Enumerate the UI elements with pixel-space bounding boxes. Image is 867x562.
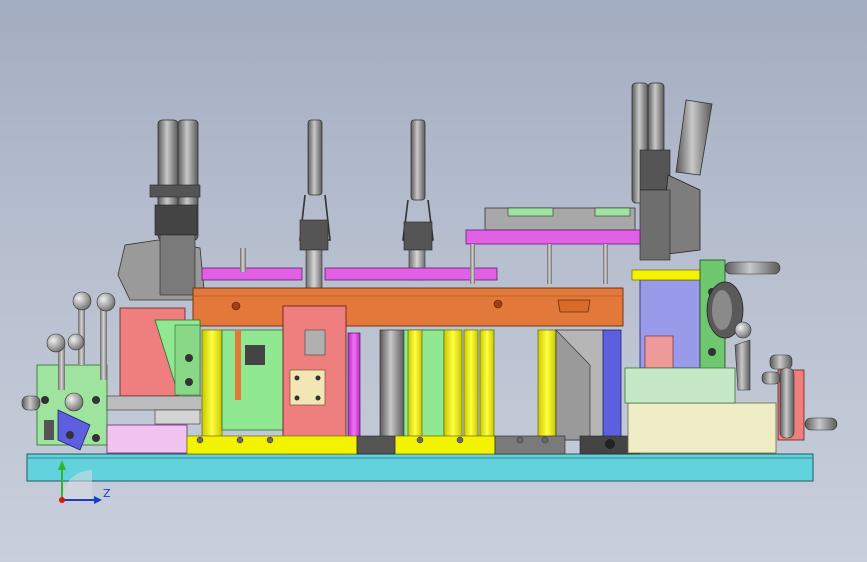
upper-grey-plate	[484, 207, 636, 231]
magenta-cylinder-1	[347, 332, 361, 441]
grey-cylinders	[379, 329, 405, 441]
center-red-block	[282, 305, 347, 455]
right-cream-block	[627, 402, 777, 454]
yellow-base-strip	[186, 435, 496, 455]
yellow-cylinder-right	[537, 329, 557, 441]
right-yellow-strip	[631, 269, 705, 281]
cad-viewport[interactable]: Z	[0, 0, 867, 562]
magenta-plate-middle	[201, 267, 498, 281]
yellow-cylinders-middle	[407, 329, 495, 441]
yellow-cylinders-left	[201, 329, 223, 441]
fixture-assembly-model[interactable]: Z	[0, 0, 867, 562]
right-toggle-clamp[interactable]	[631, 82, 713, 261]
green-bracket-center	[221, 329, 286, 431]
magenta-plate-upper	[465, 229, 641, 245]
left-toggle-clamp[interactable]	[117, 119, 206, 301]
right-lavender-block	[639, 279, 701, 369]
orange-main-bar	[192, 287, 624, 327]
right-green-shelf	[624, 367, 736, 404]
z-axis-label: Z	[103, 487, 111, 500]
base-plate	[26, 453, 814, 482]
center-toggle-clamp-2[interactable]	[402, 119, 434, 281]
pink-block	[106, 424, 188, 454]
blue-post	[602, 329, 622, 441]
left-shaft	[106, 395, 208, 425]
angled-grey-bracket	[555, 329, 606, 441]
